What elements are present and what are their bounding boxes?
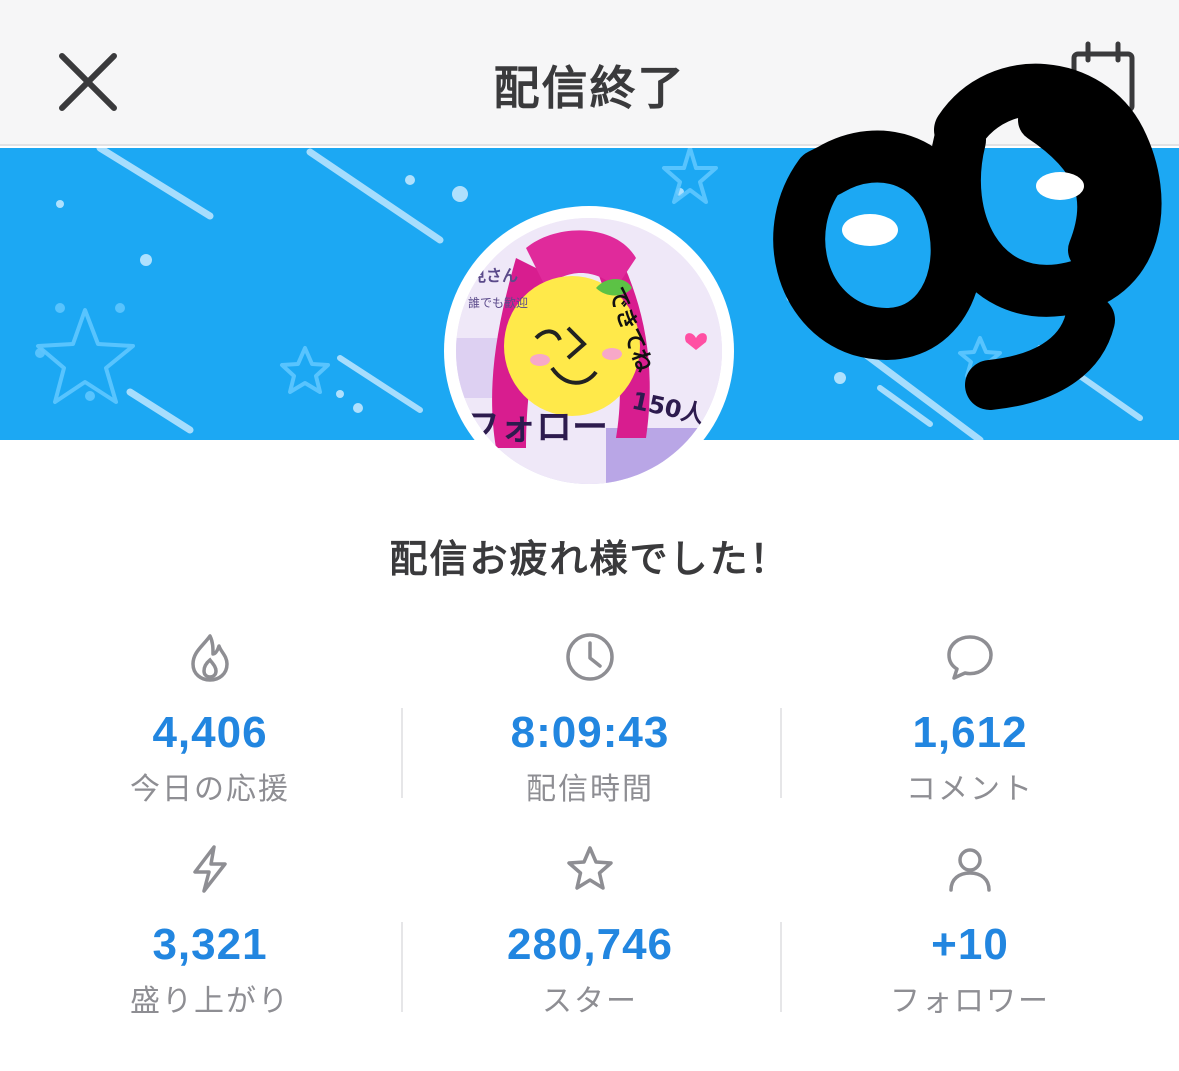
avatar-text-tag: 誰でも歓迎 (468, 296, 529, 310)
calendar-button[interactable] (1068, 40, 1140, 116)
avatar-image: 見さん 誰でも歓迎 できてね 150人 フォロー (456, 218, 722, 484)
person-icon (949, 848, 991, 892)
stat-label: フォロワー (890, 984, 1050, 1019)
stat-value: 3,321 (152, 920, 268, 969)
congrats-message: 配信お疲れ様でした！ (389, 537, 790, 581)
stat-label: 配信時間 (526, 772, 654, 807)
stat-followers: +10 フォロワー (820, 842, 1120, 1020)
comment-icon (947, 635, 993, 680)
stat-comments: 1,612 コメント (820, 630, 1120, 808)
divider (401, 708, 403, 798)
stat-stream-time: 8:09:43 配信時間 (440, 630, 740, 808)
flame-icon (191, 634, 229, 682)
stat-value: +10 (931, 920, 1009, 969)
avatar-text-name: 見さん (470, 266, 519, 285)
stat-value: 4,406 (152, 708, 268, 757)
page-title: 配信終了 (493, 61, 686, 115)
stat-stars: 280,746 スター (440, 842, 740, 1020)
stat-label: スター (542, 984, 638, 1019)
divider (401, 922, 403, 1012)
avatar-text-follow: フォロー (464, 407, 609, 448)
divider (780, 708, 782, 798)
stat-label: 盛り上がり (130, 984, 290, 1019)
star-icon (567, 846, 613, 890)
calendar-icon (1071, 41, 1135, 113)
lightning-icon (193, 845, 227, 893)
stat-excitement: 3,321 盛り上がり (60, 842, 360, 1020)
stat-value: 1,612 (912, 708, 1028, 757)
clock-icon (566, 633, 614, 681)
stat-cheers: 4,406 今日の応援 (60, 630, 360, 808)
stat-label: コメント (906, 772, 1034, 807)
stat-label: 今日の応援 (130, 772, 290, 807)
header-bar: 配信終了 (0, 0, 1179, 146)
divider (780, 922, 782, 1012)
stat-value: 8:09:43 (510, 708, 670, 757)
avatar[interactable]: 見さん 誰でも歓迎 できてね 150人 フォロー (444, 206, 734, 496)
stat-value: 280,746 (506, 920, 674, 969)
